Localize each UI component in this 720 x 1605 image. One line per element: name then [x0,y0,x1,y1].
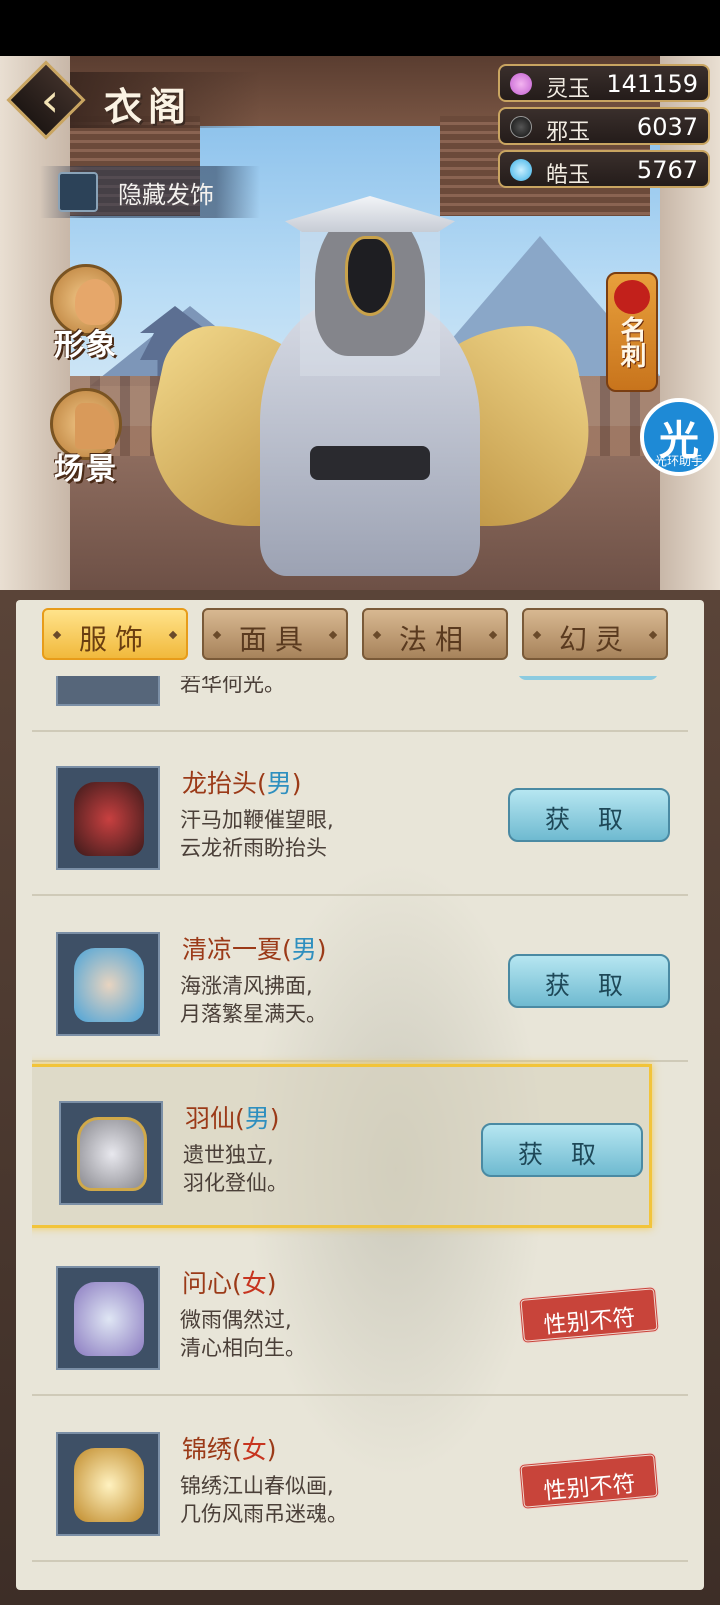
namecard-emblem-icon [614,280,650,314]
costume-description: 几伤风雨吊迷魂。 [180,1502,348,1526]
get-button[interactable] [518,676,658,680]
black-sash [310,446,430,480]
currency-name: 灵玉 [546,77,591,102]
category-tabs: 服饰 面具 法相 幻灵 [42,608,682,668]
costume-name: 清凉一夏(男) [182,935,327,964]
purple-jade-icon [510,73,532,95]
costume-thumbnail [56,676,160,706]
costume-name: 锦绣(女) [182,1435,277,1464]
costume-name: 问心(女) [182,1269,277,1298]
costume-thumbnail [56,766,160,870]
costume-description: 遗世独立, [183,1143,274,1167]
page-title: 衣阁 [104,84,193,129]
dark-jade-icon [510,116,532,138]
costume-description: 微雨偶然过, [180,1308,292,1332]
costume-description: 若华何光。 [180,676,285,696]
halo-helper-caption: 光环助手 [654,454,703,468]
costume-thumbnail [56,1266,160,1370]
tab-costume[interactable]: 服饰 [42,608,188,660]
costume-list[interactable]: 若华何光。 龙抬头(男) 汗马加鞭催望眼, 云龙祈雨盼抬头 获 取 清凉一夏(男… [32,676,688,1576]
namecard-button[interactable]: 名刺 [606,272,658,392]
halo-helper-button[interactable]: 光 光环助手 [640,398,718,476]
costume-description: 海涨清风拂面, [180,974,313,998]
tab-mask[interactable]: 面具 [202,608,348,660]
costume-thumbnail [59,1101,163,1205]
list-item[interactable]: 清凉一夏(男) 海涨清风拂面, 月落繁星满天。 获 取 [32,898,688,1062]
currency-name: 皓玉 [546,163,591,188]
currency-value: 141159 [606,70,698,98]
tab-phantom-spirit[interactable]: 幻灵 [522,608,668,660]
gender-mismatch-stamp: 性别不符 [518,1452,660,1510]
chevron-left-icon: ‹ [40,73,60,127]
currency-value: 6037 [636,113,698,141]
list-item[interactable]: 锦绣(女) 锦绣江山春似画, 几伤风雨吊迷魂。 性别不符 [32,1398,688,1562]
costume-name: 羽仙(男) [185,1104,280,1133]
costume-thumbnail [56,1432,160,1536]
black-mask [345,236,395,316]
costume-name: 龙抬头(男) [182,769,302,798]
costume-description: 月落繁星满天。 [180,1002,327,1026]
currency-xieyu[interactable]: 邪玉 6037 [498,107,710,145]
hide-accessory-toggle[interactable]: 隐藏发饰 [40,166,260,218]
back-button[interactable]: ‹ [6,60,86,140]
appearance-label: 形象 [54,328,118,363]
get-button[interactable]: 获 取 [508,954,670,1008]
tab-label: 服饰 [78,623,151,656]
tab-dharma-form[interactable]: 法相 [362,608,508,660]
currency-haoyu[interactable]: 皓玉 5767 [498,150,710,188]
currency-value: 5767 [636,156,698,184]
gender-mismatch-stamp: 性别不符 [518,1286,660,1344]
character-model[interactable] [128,176,612,586]
scene-button[interactable]: 场景 [44,388,128,488]
tab-label: 面具 [238,623,311,656]
tab-label: 法相 [398,623,471,656]
costume-description: 羽化登仙。 [183,1171,288,1195]
status-bar [0,0,720,56]
namecard-label: 名刺 [616,316,646,368]
list-item[interactable]: 问心(女) 微雨偶然过, 清心相向生。 性别不符 [32,1232,688,1396]
scene-label: 场景 [54,452,118,487]
tab-label: 幻灵 [558,623,631,656]
hide-accessory-label: 隐藏发饰 [118,181,214,209]
wardrobe-screen: ‹ 衣阁 隐藏发饰 灵玉 141159 邪玉 6037 皓玉 5767 形象 场… [0,0,720,1605]
costume-description: 云龙祈雨盼抬头 [180,836,327,860]
costume-description: 清心相向生。 [180,1336,306,1360]
list-item-selected[interactable]: 羽仙(男) 遗世独立, 羽化登仙。 获 取 [32,1064,652,1228]
list-item[interactable]: 若华何光。 [32,676,688,732]
get-button[interactable]: 获 取 [481,1123,643,1177]
currency-lingyu[interactable]: 灵玉 141159 [498,64,710,102]
get-button[interactable]: 获 取 [508,788,670,842]
costume-description: 锦绣江山春似画, [180,1474,334,1498]
appearance-button[interactable]: 形象 [44,264,128,364]
blue-jade-icon [510,159,532,181]
bamboo-hat [285,196,455,232]
costume-description: 汗马加鞭催望眼, [180,808,334,832]
wardrobe-panel: 服饰 面具 法相 幻灵 若华何光。 龙抬头(男) 汗马加鞭催望眼, 云龙祈雨盼抬… [16,600,704,1590]
checkbox[interactable] [58,172,98,212]
currency-name: 邪玉 [546,120,591,145]
list-item[interactable]: 龙抬头(男) 汗马加鞭催望眼, 云龙祈雨盼抬头 获 取 [32,732,688,896]
costume-thumbnail [56,932,160,1036]
